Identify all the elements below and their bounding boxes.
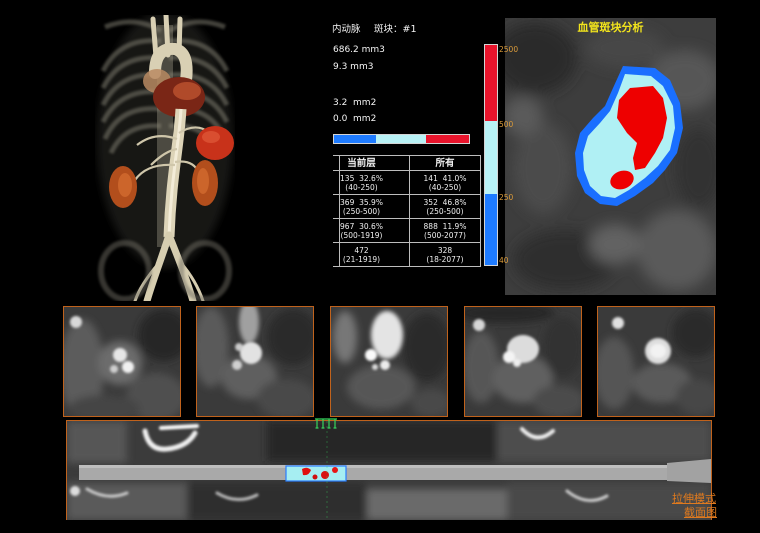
table-header-blank (333, 156, 340, 171)
cross-section-thumbnail-4[interactable] (464, 306, 582, 417)
ruler-ticks-icon (315, 418, 337, 429)
cross-section-thumbnail-5[interactable] (597, 306, 715, 417)
thumbnail-image (598, 307, 714, 416)
table-cell-current: 135 32.6% (40-250) (340, 171, 410, 195)
thumbnail-image (331, 307, 447, 416)
plaque-analysis-view[interactable]: 血管斑块分析 (505, 18, 716, 295)
cell-range: (250-500) (426, 206, 464, 216)
composition-table: 当前层 所有 135 32.6% (40-250) 141 41.0% (40-… (333, 155, 481, 267)
cell-value: 141 41.0% (423, 173, 467, 183)
cell-range: (250-500) (342, 206, 381, 216)
curved-planar-reformation-view[interactable] (66, 420, 712, 520)
cell-value: 888 11.9% (423, 221, 467, 231)
cell-range: (18-2077) (426, 254, 464, 264)
cross-section-thumbnail-3[interactable] (330, 306, 448, 417)
composition-bar-mid (376, 135, 426, 143)
position-marker-handle[interactable] (314, 415, 338, 429)
cross-section-thumbnail-2[interactable] (196, 306, 314, 417)
cell-range: (500-2077) (424, 230, 466, 240)
hu-scale-label-max: 2500 (499, 45, 519, 54)
cpr-plaque-overlay (285, 465, 347, 482)
table-row-marker (333, 219, 340, 243)
cross-section-thumbnail-1[interactable] (63, 306, 181, 417)
table-cell-current: 369 35.9% (250-500) (340, 195, 410, 219)
plaque-label: 斑块：#1 (374, 24, 417, 35)
hu-scale-high (485, 45, 497, 121)
hu-scale-label-min: 40 (499, 256, 509, 265)
table-cell-all: 352 46.8% (250-500) (410, 195, 481, 219)
stretch-mode-link[interactable]: 拉伸模式 (672, 492, 716, 505)
cell-range: (21-1919) (342, 254, 381, 264)
cross-section-link[interactable]: 截面图 (684, 506, 717, 519)
cell-value: 472 (354, 245, 369, 255)
hu-scale-mid (485, 121, 497, 194)
cell-range: (40-250) (345, 182, 378, 192)
table-cell-current: 472 (21-1919) (340, 243, 410, 267)
table-row-marker (333, 243, 340, 267)
table-cell-current: 967 30.6% (500-1919) (340, 219, 410, 243)
spleen (196, 126, 234, 160)
hu-scale-label-upper: 500 (499, 120, 514, 129)
analysis-view-title: 血管斑块分析 (577, 21, 644, 34)
cell-value: 369 35.9% (340, 197, 383, 207)
hu-color-scale (484, 44, 498, 266)
cell-value: 135 32.6% (340, 173, 383, 183)
table-header-all: 所有 (410, 156, 481, 171)
vessel-name: 内动脉 (332, 24, 361, 35)
cpr-image (67, 421, 711, 520)
table-cell-all: 888 11.9% (500-2077) (410, 219, 481, 243)
table-cell-all: 141 41.0% (40-250) (410, 171, 481, 195)
cell-value: 967 30.6% (340, 221, 383, 231)
volume-render-image (97, 12, 234, 305)
cell-range: (500-1919) (340, 230, 383, 240)
thumbnail-image (64, 307, 180, 416)
table-row-marker (333, 171, 340, 195)
area-value-2: 0.0 mm2 (333, 114, 377, 124)
table-row-marker (333, 195, 340, 219)
thumbnail-image (465, 307, 581, 416)
hu-scale-label-lower: 250 (499, 193, 514, 202)
table-cell-all: 328 (18-2077) (410, 243, 481, 267)
volume-render-view[interactable] (95, 12, 235, 305)
cell-range: (40-250) (428, 182, 462, 192)
composition-bar-low (334, 135, 376, 143)
cell-value: 328 (437, 245, 453, 255)
composition-bar-high (426, 135, 469, 143)
thumbnail-image (197, 307, 313, 416)
volume-value-1: 686.2 mm3 (333, 45, 385, 55)
cell-value: 352 46.8% (423, 197, 467, 207)
area-value-1: 3.2 mm2 (333, 98, 377, 108)
plaque-cross-section-image (505, 18, 716, 295)
volume-value-2: 9.3 mm3 (333, 62, 374, 72)
composition-bar (333, 134, 470, 144)
hu-scale-low (485, 194, 497, 265)
table-header-current-layer: 当前层 (340, 156, 410, 171)
